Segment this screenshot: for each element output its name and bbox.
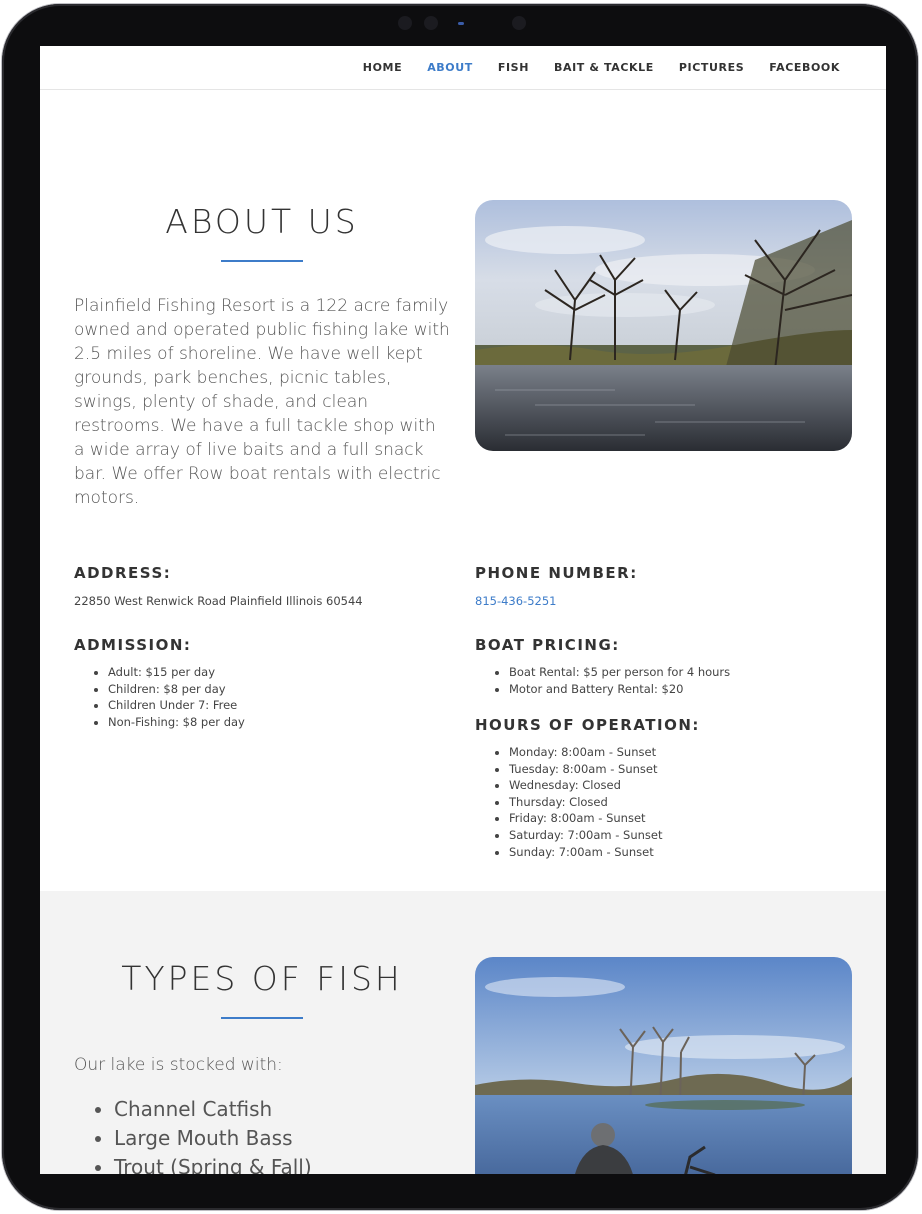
list-item: Children Under 7: Free	[108, 697, 245, 714]
about-section: ABOUT US Plainfield Fishing Resort is a …	[40, 90, 886, 891]
list-item: Children: $8 per day	[108, 681, 245, 698]
list-item: Wednesday: Closed	[509, 777, 663, 794]
fish-intro: Our lake is stocked with:	[74, 1055, 283, 1075]
address-value: 22850 West Renwick Road Plainfield Illin…	[74, 594, 363, 608]
tablet-frame: HOME ABOUT FISH BAIT & TACKLE PICTURES F…	[2, 4, 918, 1210]
camera-dot	[512, 16, 526, 30]
fish-title: TYPES OF FISH	[121, 959, 403, 998]
phone-link[interactable]: 815-436-5251	[475, 594, 556, 608]
admission-list: Adult: $15 per day Children: $8 per day …	[74, 664, 245, 730]
sensor-indicator	[458, 22, 464, 25]
list-item: Boat Rental: $5 per person for 4 hours	[509, 664, 730, 681]
camera-dot	[424, 16, 438, 30]
lake-photo	[475, 200, 852, 451]
phone-heading: PHONE NUMBER:	[475, 564, 638, 582]
main-nav: HOME ABOUT FISH BAIT & TACKLE PICTURES F…	[40, 46, 886, 90]
title-divider	[221, 260, 303, 262]
address-heading: ADDRESS:	[74, 564, 172, 582]
nav-facebook[interactable]: FACEBOOK	[769, 61, 840, 74]
nav-home[interactable]: HOME	[363, 61, 402, 74]
about-title: ABOUT US	[165, 202, 359, 241]
nav-bait-tackle[interactable]: BAIT & TACKLE	[554, 61, 654, 74]
fisherman-lake-image	[475, 957, 852, 1174]
list-item: Non-Fishing: $8 per day	[108, 714, 245, 731]
camera-dot	[398, 16, 412, 30]
hours-heading: HOURS OF OPERATION:	[475, 716, 700, 734]
nav-pictures[interactable]: PICTURES	[679, 61, 744, 74]
list-item: Trout (Spring & Fall)	[114, 1153, 312, 1174]
title-divider	[221, 1017, 303, 1019]
list-item: Thursday: Closed	[509, 794, 663, 811]
about-description: Plainfield Fishing Resort is a 122 acre …	[74, 296, 450, 508]
browser-screen: HOME ABOUT FISH BAIT & TACKLE PICTURES F…	[40, 46, 886, 1174]
fish-section: TYPES OF FISH Our lake is stocked with: …	[40, 891, 886, 1174]
list-item: Large Mouth Bass	[114, 1124, 312, 1153]
list-item: Sunday: 7:00am - Sunset	[509, 844, 663, 861]
nav-about[interactable]: ABOUT	[427, 61, 473, 74]
list-item: Tuesday: 8:00am - Sunset	[509, 761, 663, 778]
list-item: Motor and Battery Rental: $20	[509, 681, 730, 698]
boat-pricing-list: Boat Rental: $5 per person for 4 hours M…	[475, 664, 730, 697]
admission-heading: ADMISSION:	[74, 636, 192, 654]
hours-list: Monday: 8:00am - Sunset Tuesday: 8:00am …	[475, 744, 663, 860]
fishing-photo	[475, 957, 852, 1174]
list-item: Monday: 8:00am - Sunset	[509, 744, 663, 761]
fish-list: Channel Catfish Large Mouth Bass Trout (…	[74, 1095, 312, 1174]
list-item: Channel Catfish	[114, 1095, 312, 1124]
lake-trees-image	[475, 200, 852, 451]
list-item: Adult: $15 per day	[108, 664, 245, 681]
list-item: Saturday: 7:00am - Sunset	[509, 827, 663, 844]
nav-fish[interactable]: FISH	[498, 61, 529, 74]
list-item: Friday: 8:00am - Sunset	[509, 810, 663, 827]
boat-pricing-heading: BOAT PRICING:	[475, 636, 620, 654]
